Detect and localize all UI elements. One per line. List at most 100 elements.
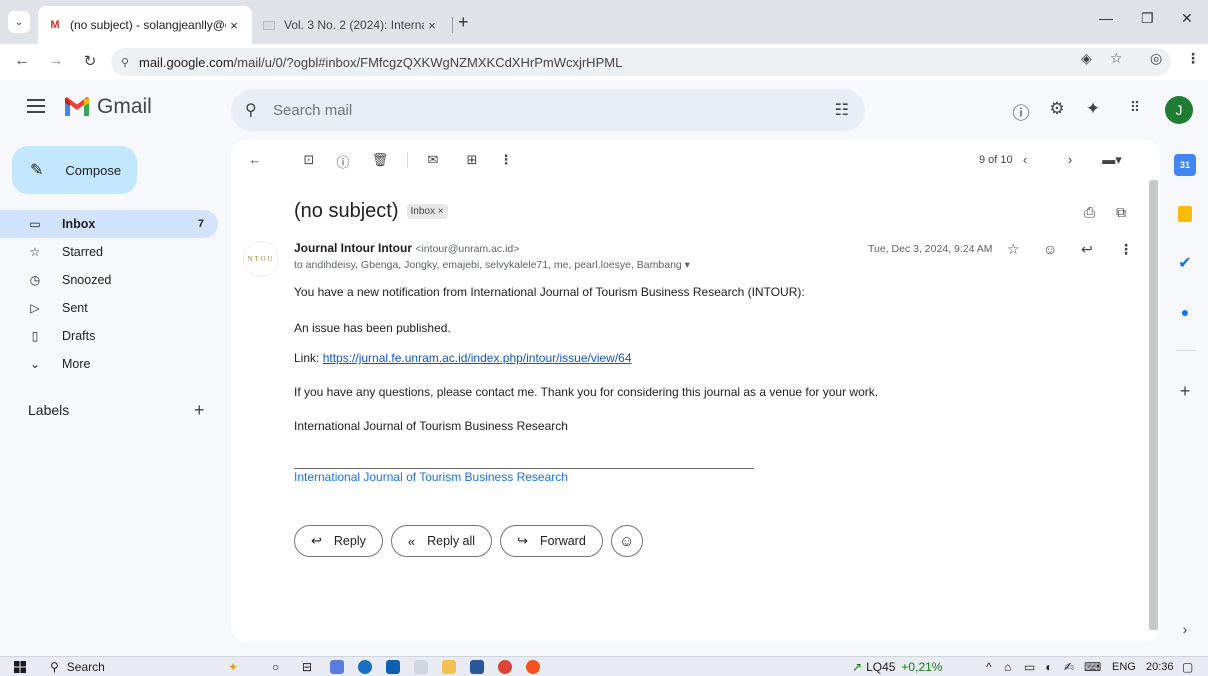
gmail-m-icon — [65, 97, 89, 116]
input-tools-icon[interactable]: ▬▾ — [1097, 152, 1127, 168]
windows-start-icon[interactable] — [14, 659, 26, 675]
back-icon[interactable]: ← — [12, 52, 32, 69]
browser-tab-journal[interactable]: Vol. 3 No. 2 (2024): Internationa × — [252, 6, 450, 44]
signature-link[interactable]: International Journal of Tourism Busines… — [294, 470, 568, 484]
archive-icon[interactable]: ⊡ — [300, 152, 318, 168]
language-indicator[interactable]: ENG — [1112, 659, 1136, 675]
message-scrollbar[interactable] — [1149, 180, 1158, 630]
body-line: You have a new notification from Interna… — [294, 285, 805, 299]
browser-tab-gmail[interactable]: M (no subject) - solangjeanlly@gm × — [38, 6, 252, 44]
task-view-icon[interactable]: ⊟ — [302, 659, 312, 675]
back-to-inbox-icon[interactable]: ← — [246, 152, 264, 167]
open-in-new-window-icon[interactable]: ⧉ — [1116, 204, 1126, 221]
file-icon[interactable] — [414, 660, 428, 674]
add-label-button[interactable]: + — [194, 400, 205, 421]
battery-icon[interactable]: ▭ — [1024, 659, 1035, 675]
profile-icon[interactable]: ◎ — [1150, 50, 1162, 67]
restore-icon[interactable]: ❐ — [1141, 10, 1154, 27]
sidebar-item-snoozed[interactable]: ◷ Snoozed — [0, 266, 218, 294]
gemini-sparkle-icon[interactable]: ✦ — [1082, 99, 1104, 119]
window-close-icon[interactable]: ✕ — [1181, 10, 1193, 27]
forward-icon[interactable]: → — [46, 52, 66, 69]
move-to-icon[interactable]: ⊞ — [463, 152, 481, 168]
message-more-icon[interactable]: ⋮ — [1119, 241, 1133, 258]
taskbar-app-icon[interactable] — [330, 660, 344, 674]
forward-button[interactable]: ↪ Forward — [500, 525, 603, 557]
chrome-profile-icon[interactable] — [526, 660, 540, 674]
reply-button[interactable]: ↩ Reply — [294, 525, 383, 557]
show-hidden-icons[interactable]: ^ — [986, 659, 992, 675]
chrome-icon[interactable] — [498, 660, 512, 674]
minimize-icon[interactable]: — — [1099, 10, 1113, 26]
issue-link[interactable]: https://jurnal.fe.unram.ac.id/index.php/… — [323, 351, 632, 365]
signature: International Journal of Tourism Busines… — [294, 470, 568, 484]
more-actions-icon[interactable]: ⋮ — [497, 152, 515, 168]
search-bar[interactable]: ⚲ ☷ — [231, 89, 865, 131]
help-icon[interactable]: ⓘ — [1010, 99, 1032, 124]
store-icon[interactable] — [386, 660, 400, 674]
calendar-icon[interactable]: 31 — [1174, 154, 1196, 176]
pencil-icon: ✎ — [30, 162, 44, 179]
account-avatar[interactable]: J — [1165, 96, 1193, 124]
sidebar-item-starred[interactable]: ☆ Starred — [0, 238, 218, 266]
search-options-icon[interactable]: ☷ — [835, 100, 849, 120]
reply-all-button[interactable]: « Reply all — [390, 525, 493, 557]
bookmark-star-icon[interactable]: ☆ — [1110, 50, 1123, 67]
clock[interactable]: 20:36 — [1146, 659, 1174, 675]
stock-widget[interactable]: ↗ LQ45 +0,21% — [852, 659, 942, 675]
taskbar-search[interactable]: ⚲ Search — [50, 659, 105, 675]
file-explorer-icon[interactable] — [442, 660, 456, 674]
apps-grid-icon[interactable]: ⠿ — [1124, 99, 1146, 116]
reply-icon[interactable]: ↩ — [1081, 241, 1093, 258]
windows-taskbar: ⚲ Search ✦ ○ ⊟ ↗ LQ45 +0,21% ^ ⌂ ▭ ◖ ✍ ⌨… — [0, 656, 1208, 676]
notification-icon[interactable]: ▢ — [1182, 659, 1193, 675]
edge-browser-icon[interactable] — [358, 660, 372, 674]
keep-icon[interactable] — [1174, 203, 1196, 225]
tab-close-icon[interactable]: × — [424, 18, 440, 33]
get-addons-icon[interactable]: + — [1174, 380, 1196, 402]
reload-icon[interactable]: ↻ — [80, 52, 100, 70]
emoji-react-button[interactable]: ☺ — [610, 525, 643, 557]
url-text: mail.google.com/mail/u/0/?ogbl#inbox/FMf… — [139, 54, 623, 70]
star-icon[interactable]: ☆ — [1007, 241, 1020, 258]
cortana-icon[interactable]: ○ — [272, 659, 279, 675]
volume-icon[interactable]: ◖ — [1044, 659, 1051, 675]
new-tab-button[interactable]: + — [458, 13, 469, 31]
report-spam-icon[interactable]: ⓘ — [334, 152, 352, 171]
older-icon[interactable]: › — [1061, 152, 1079, 167]
newer-icon[interactable]: ‹ — [1016, 152, 1034, 167]
gmail-logo[interactable]: Gmail — [63, 95, 152, 119]
browser-menu-icon[interactable]: ⋮ — [1186, 50, 1200, 67]
sidebar-item-sent[interactable]: ▷ Sent — [0, 294, 218, 322]
tab-search-button[interactable]: ⌄ — [8, 11, 30, 33]
pen-icon[interactable]: ✍ — [1064, 659, 1074, 675]
recipients-list[interactable]: to andihdeisy, Gbenga, Jongky, emajebi, … — [294, 259, 690, 271]
delete-icon[interactable]: 🗑 — [371, 152, 389, 168]
compose-button[interactable]: ✎ Compose — [12, 146, 137, 194]
search-icon[interactable]: ⚲ — [245, 100, 263, 120]
sidebar-item-more[interactable]: ⌄ More — [0, 350, 218, 378]
sidebar-item-inbox[interactable]: ▭ Inbox 7 — [0, 210, 218, 238]
site-info-icon[interactable]: ⚲ — [121, 56, 139, 69]
main-menu-icon[interactable] — [27, 99, 45, 117]
search-input[interactable] — [273, 101, 793, 119]
print-icon[interactable]: ⎙ — [1084, 204, 1095, 221]
tasks-icon[interactable]: ✔ — [1174, 252, 1196, 274]
keyboard-icon[interactable]: ⌨ — [1084, 659, 1101, 675]
search-icon: ⚲ — [50, 660, 59, 674]
word-icon[interactable] — [470, 660, 484, 674]
network-icon[interactable]: ⌂ — [1004, 659, 1011, 675]
contacts-icon[interactable]: ● — [1174, 301, 1196, 323]
address-bar[interactable]: ⚲ mail.google.com/mail/u/0/?ogbl#inbox/F… — [111, 48, 1171, 76]
inbox-label-chip[interactable]: Inbox × — [406, 204, 448, 219]
sidebar-item-drafts[interactable]: ▯ Drafts — [0, 322, 218, 350]
settings-gear-icon[interactable]: ⚙ — [1046, 99, 1068, 119]
extension-icon[interactable]: ◈ — [1081, 50, 1092, 67]
copilot-sparkle-icon[interactable]: ✦ — [228, 659, 238, 675]
body-line: International Journal of Tourism Busines… — [294, 419, 568, 433]
tab-close-icon[interactable]: × — [226, 18, 242, 33]
subject-text: (no subject) — [294, 200, 399, 222]
emoji-react-icon[interactable]: ☺ — [1043, 241, 1057, 257]
mark-unread-icon[interactable]: ✉ — [424, 152, 442, 168]
show-side-panel-icon[interactable]: › — [1174, 618, 1196, 640]
